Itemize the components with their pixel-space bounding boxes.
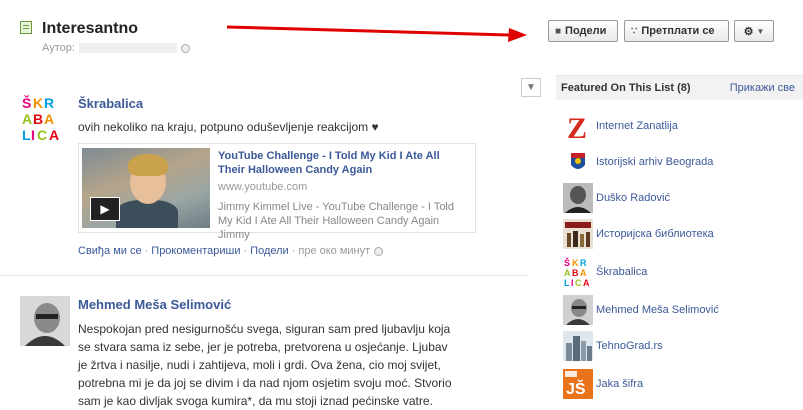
- link-attachment[interactable]: ▶ YouTube Challenge - I Told My Kid I At…: [78, 143, 476, 241]
- feed-story: ŠKR ABA LICA Škrabalica ovih nekoliko na…: [0, 0, 528, 275]
- svg-text:Š: Š: [564, 257, 570, 268]
- story-text-line: sam je kao divljak svoga kumira*, da mu …: [78, 394, 433, 408]
- sidebar-item-istorijska-biblioteka[interactable]: Историјска библиотека: [563, 219, 793, 249]
- story-author-link[interactable]: Škrabalica: [78, 96, 143, 111]
- page-avatar: [563, 183, 593, 213]
- svg-text:A: A: [564, 268, 571, 278]
- svg-text:I: I: [571, 278, 574, 287]
- play-icon[interactable]: ▶: [90, 197, 120, 221]
- chevron-down-icon: ▼: [756, 26, 765, 36]
- story-text: ovih nekoliko na kraju, potpuno oduševlj…: [78, 120, 379, 134]
- skrabalica-logo: ŠKR ABA LICA: [20, 94, 70, 145]
- video-thumbnail[interactable]: ▶: [82, 148, 210, 228]
- svg-text:Š: Š: [22, 95, 31, 111]
- svg-text:R: R: [44, 95, 54, 111]
- sidebar-item-dusko-radovic[interactable]: Duško Radović: [563, 183, 793, 213]
- sidebar-title: Featured On This List (8): [561, 82, 691, 94]
- feed-story: Mehmed Meša Selimović Nespokojan pred ne…: [0, 276, 528, 408]
- sidebar-item-label: Duško Radović: [596, 192, 670, 204]
- sidebar-header: Featured On This List (8) Прикажи све: [556, 75, 803, 100]
- avatar[interactable]: ŠKR ABA LICA: [20, 94, 70, 145]
- story-text-line: potrebna mi je da joj se divim i da nad …: [78, 376, 452, 390]
- see-all-link[interactable]: Прикажи све: [730, 82, 795, 94]
- featured-sidebar: Featured On This List (8) Прикажи све Z …: [556, 75, 803, 403]
- svg-text:A: A: [22, 111, 32, 127]
- svg-text:C: C: [575, 278, 582, 287]
- svg-text:L: L: [564, 278, 570, 287]
- subscribe-button[interactable]: ∵ Претплати се: [624, 20, 729, 42]
- svg-text:A: A: [580, 268, 587, 278]
- page-avatar: [563, 219, 593, 249]
- sidebar-item-label: Историјска библиотека: [596, 228, 714, 240]
- like-link[interactable]: Свиђа ми се: [78, 245, 142, 257]
- speech-bubble-icon: ■: [555, 25, 562, 37]
- avatar[interactable]: [20, 296, 70, 346]
- sidebar-item-label: TehnoGrad.rs: [596, 340, 663, 352]
- sidebar-item-tehnograd[interactable]: TehnoGrad.rs: [563, 331, 793, 361]
- svg-text:A: A: [583, 278, 590, 287]
- sidebar-item-label: Istorijski arhiv Beograda: [596, 156, 714, 168]
- page-avatar: [563, 295, 593, 325]
- globe-icon: [374, 246, 384, 256]
- subscribe-label: Претплати се: [641, 25, 715, 37]
- story-text-line: Nespokojan pred nesigurnošću svega, sigu…: [78, 322, 451, 336]
- sidebar-item-label: Jaka šifra: [596, 378, 644, 390]
- page-avatar: Z: [563, 111, 593, 141]
- svg-text:C: C: [37, 127, 47, 143]
- story-text-line: je žrtva i nasilje, nudi i zahtijeva, mo…: [78, 358, 441, 372]
- page-avatar: JŠ: [563, 369, 593, 399]
- svg-text:B: B: [572, 268, 579, 278]
- sidebar-item-internet-zanatlija[interactable]: Z Internet Zanatlija: [563, 111, 793, 141]
- rss-icon: ∵: [631, 25, 638, 37]
- sidebar-item-mesa-selimovic[interactable]: Mehmed Meša Selimović: [563, 295, 793, 325]
- attachment-description: Jimmy Kimmel Live - YouTube Challenge - …: [218, 201, 454, 241]
- page-avatar: [563, 147, 593, 177]
- story-actions: Свиђа ми се · Прокоментариши · Подели · пре ок…: [78, 245, 384, 257]
- attachment-title[interactable]: YouTube Challenge - I Told My Kid I Ate …: [218, 149, 468, 177]
- timestamp[interactable]: пре око минут: [298, 245, 370, 257]
- gear-icon: ⚙: [743, 25, 754, 38]
- share-label: Подели: [565, 25, 607, 37]
- page-avatar: [563, 331, 593, 361]
- svg-text:JŠ: JŠ: [566, 379, 586, 398]
- sidebar-item-istorijski-arhiv[interactable]: Istorijski arhiv Beograda: [563, 147, 793, 177]
- sidebar-item-skrabalica[interactable]: ŠKRABALICA Škrabalica: [563, 257, 793, 287]
- sidebar-item-label: Mehmed Meša Selimović: [596, 304, 719, 316]
- svg-text:B: B: [33, 111, 43, 127]
- story-author-link[interactable]: Mehmed Meša Selimović: [78, 297, 231, 312]
- svg-text:K: K: [572, 258, 579, 268]
- sidebar-item-label: Škrabalica: [596, 266, 648, 278]
- story-text-line: se stvara sama iz sebe, jer je potreba, …: [78, 340, 448, 354]
- selimovic-photo: [20, 296, 70, 346]
- comment-link[interactable]: Прокоментариши: [151, 245, 240, 257]
- settings-dropdown-button[interactable]: ⚙ ▼: [734, 20, 774, 42]
- svg-text:I: I: [31, 127, 35, 143]
- svg-text:Z: Z: [567, 112, 587, 141]
- svg-text:A: A: [49, 127, 59, 143]
- svg-text:L: L: [22, 127, 31, 143]
- sidebar-item-jaka-sifra[interactable]: JŠ Jaka šifra: [563, 369, 793, 399]
- sidebar-item-label: Internet Zanatlija: [596, 120, 678, 132]
- share-button[interactable]: ■ Подели: [548, 20, 618, 42]
- attachment-url: www.youtube.com: [218, 181, 308, 193]
- svg-text:A: A: [44, 111, 54, 127]
- svg-text:K: K: [33, 95, 43, 111]
- page-avatar: ŠKRABALICA: [563, 257, 593, 287]
- share-link[interactable]: Подели: [250, 245, 289, 257]
- svg-text:R: R: [580, 258, 587, 268]
